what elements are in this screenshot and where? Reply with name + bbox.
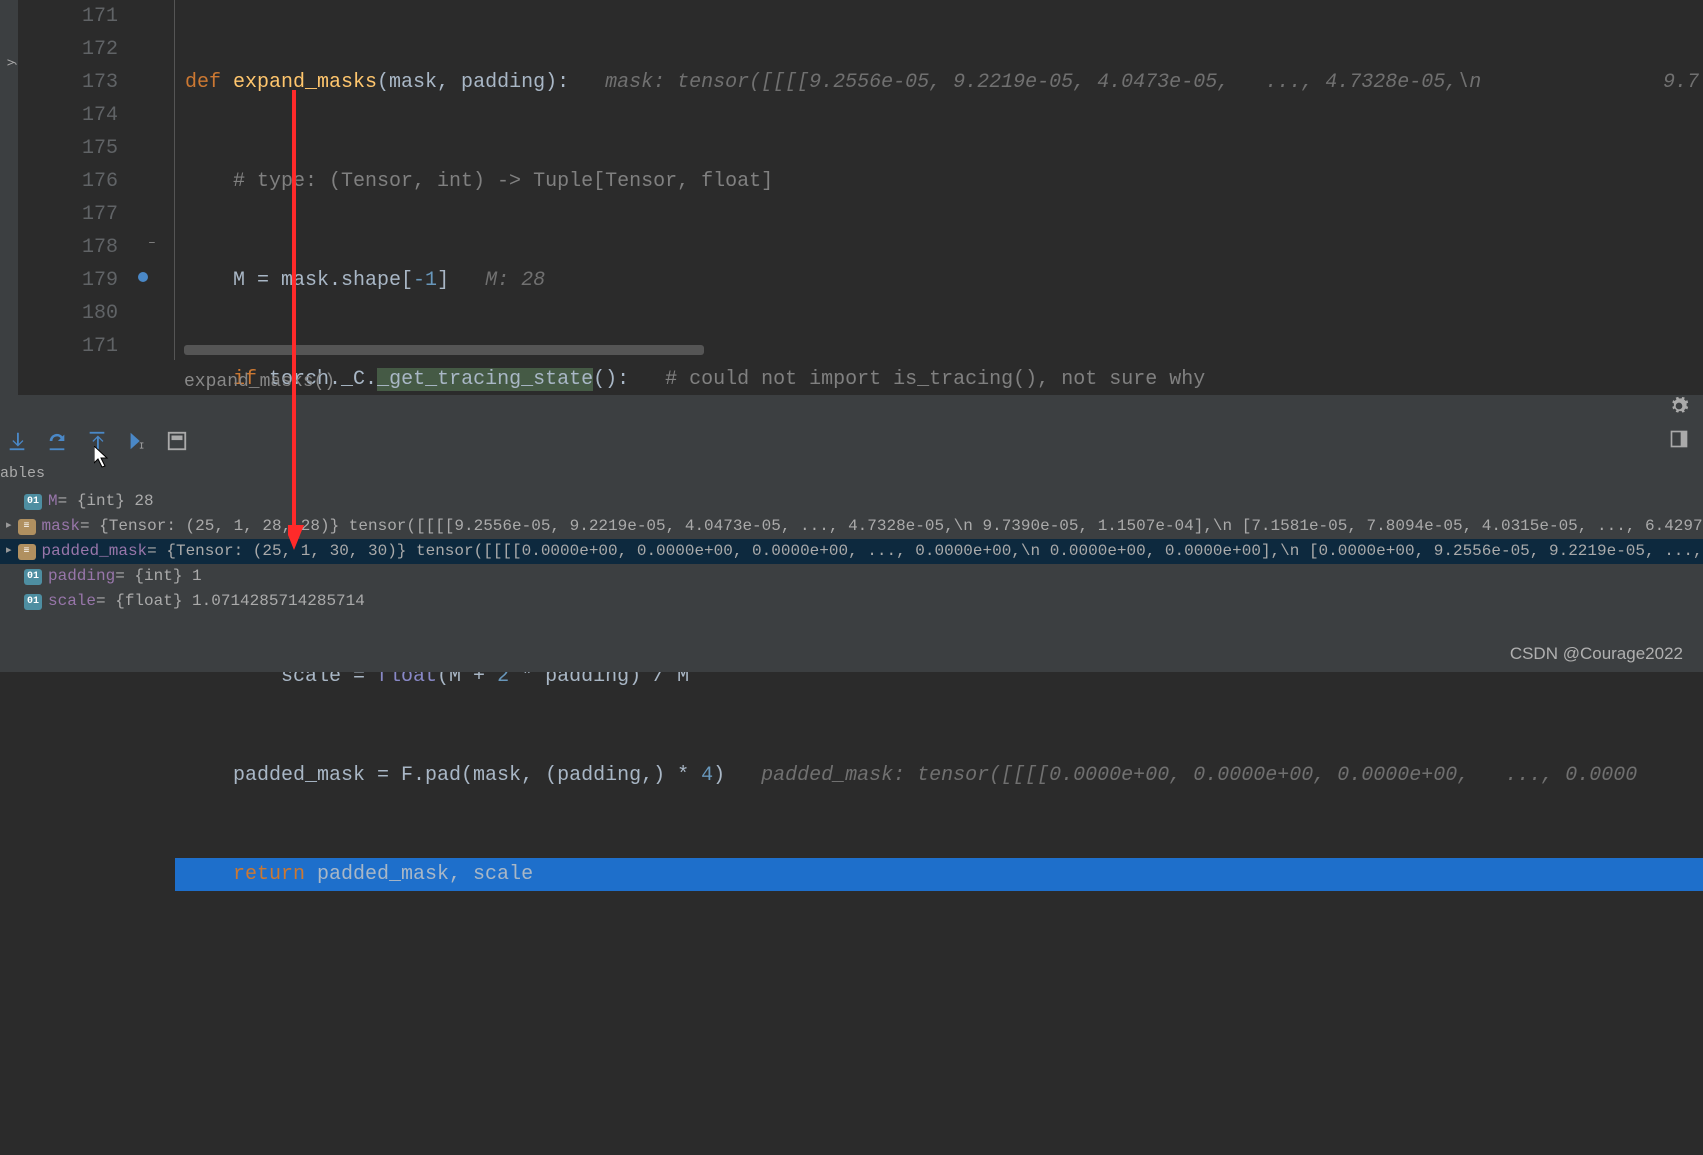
code-line: # type: (Tensor, int) -> Tuple[Tensor, f… — [175, 165, 1703, 198]
line-number: 180 — [40, 297, 118, 330]
mouse-cursor — [94, 446, 112, 470]
code-line — [175, 957, 1703, 990]
debug-variables-panel: I ables 01 M = {int} 28 ▸ ≡ mask = {Tensor: … — [0, 395, 1703, 672]
code-area[interactable]: def expand_masks(mask, padding): mask: t… — [175, 0, 1703, 395]
line-gutter: 171 172 173 174 175 176 177 178 179 180 … — [40, 0, 138, 395]
variable-value: = {int} 28 — [58, 489, 154, 514]
type-badge: 01 — [24, 494, 42, 510]
variable-value: = {int} 1 — [115, 564, 201, 589]
variable-row[interactable]: 01 M = {int} 28 — [0, 489, 1703, 514]
type-badge: ≡ — [18, 519, 36, 535]
chevron-right-icon[interactable]: ▸ — [6, 514, 12, 539]
step-over-icon[interactable] — [46, 430, 68, 452]
line-number: 175 — [40, 132, 118, 165]
variables-list[interactable]: 01 M = {int} 28 ▸ ≡ mask = {Tensor: (25, 1, … — [0, 489, 1703, 672]
chevron-right-icon[interactable]: ▸ — [6, 539, 12, 564]
line-number: 173 — [40, 66, 118, 99]
variable-name: M — [48, 489, 58, 514]
variable-row[interactable]: ▸ ≡ mask = {Tensor: (25, 1, 28, 28)} tenso… — [0, 514, 1703, 539]
execution-point-marker — [138, 272, 148, 282]
left-strip-label: y — [4, 36, 18, 66]
code-line: if torch._C._get_tracing_state(): # coul… — [175, 363, 1703, 396]
line-number: 179 — [40, 264, 118, 297]
gear-icon[interactable] — [1669, 396, 1689, 423]
code-line — [175, 1056, 1703, 1089]
code-line: padded_mask = F.pad(mask, (padding,) * 4… — [175, 759, 1703, 792]
variable-name: mask — [42, 514, 80, 539]
variable-name: padding — [48, 564, 115, 589]
variable-row[interactable]: ▸ ≡ padded_mask = {Tensor: (25, 1, 30, 30)… — [0, 539, 1703, 564]
panel-tab-variables[interactable]: ables — [0, 465, 45, 482]
line-number: 172 — [40, 33, 118, 66]
line-number: 171 — [40, 330, 118, 363]
variable-value: = {float} 1.0714285714285714 — [96, 589, 365, 614]
code-editor[interactable]: 171 172 173 174 175 176 177 178 179 180 … — [40, 0, 1703, 395]
type-badge: ≡ — [18, 544, 36, 560]
line-number: 177 — [40, 198, 118, 231]
line-number: 176 — [40, 165, 118, 198]
step-into-icon[interactable] — [6, 430, 28, 452]
breadcrumb[interactable]: expand_masks() — [184, 372, 335, 392]
line-number: 171 — [40, 0, 118, 33]
variable-value: = {Tensor: (25, 1, 30, 30)} tensor([[[[0… — [147, 539, 1703, 564]
variable-value: = {Tensor: (25, 1, 28, 28)} tensor([[[[9… — [80, 514, 1703, 539]
fold-mark[interactable]: – — [148, 235, 156, 250]
layout-icon[interactable] — [1669, 429, 1689, 456]
variable-row[interactable]: 01 scale = {float} 1.0714285714285714 — [0, 589, 1703, 614]
variable-name: padded_mask — [42, 539, 148, 564]
horizontal-scrollbar[interactable] — [184, 345, 704, 355]
line-number: 174 — [40, 99, 118, 132]
current-execution-line: return padded_mask, scale — [175, 858, 1703, 891]
code-line: M = mask.shape[-1] M: 28 — [175, 264, 1703, 297]
variable-name: scale — [48, 589, 96, 614]
code-line: def expand_masks(mask, padding): mask: t… — [175, 66, 1703, 99]
line-number: 178 — [40, 231, 118, 264]
variable-row[interactable]: 01 padding = {int} 1 — [0, 564, 1703, 589]
evaluate-expression-icon[interactable] — [166, 430, 188, 452]
svg-text:I: I — [139, 440, 145, 451]
type-badge: 01 — [24, 569, 42, 585]
type-badge: 01 — [24, 594, 42, 610]
run-to-cursor-icon[interactable]: I — [126, 430, 148, 452]
watermark: CSDN @Courage2022 — [1510, 644, 1683, 664]
